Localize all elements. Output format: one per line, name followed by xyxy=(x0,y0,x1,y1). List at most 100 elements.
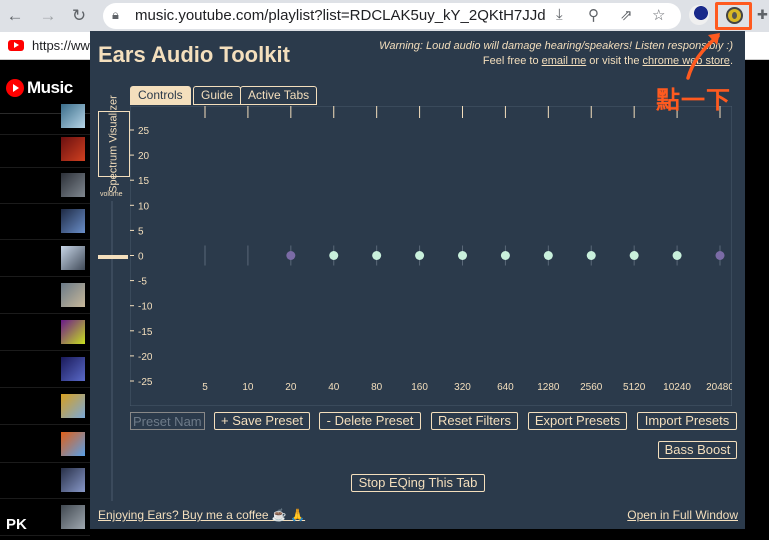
playlist-thumbnail[interactable] xyxy=(61,137,85,161)
y-tick-label: 10 xyxy=(138,201,150,212)
y-tick-label: -15 xyxy=(138,327,153,338)
y-tick-label: 20 xyxy=(138,151,150,162)
spectrum-visualizer-button[interactable]: Spectrum Visualizer xyxy=(98,95,130,193)
y-tick-label: 0 xyxy=(138,252,144,263)
reload-icon[interactable]: ↻ xyxy=(68,5,90,27)
y-tick-label: 15 xyxy=(138,176,150,187)
url-text[interactable]: music.youtube.com/playlist?list=RDCLAK5u… xyxy=(135,7,545,24)
eq-point[interactable] xyxy=(329,251,339,260)
email-link[interactable]: email me xyxy=(542,55,587,67)
x-tick-label: 10 xyxy=(242,382,254,393)
x-tick-label: 5 xyxy=(202,382,208,393)
watermark-logo: PK xyxy=(6,516,27,533)
row-divider xyxy=(0,535,90,536)
row-divider xyxy=(0,424,90,425)
eq-point[interactable] xyxy=(586,251,596,260)
eq-point[interactable] xyxy=(543,251,553,260)
forward-arrow-icon[interactable]: → xyxy=(37,5,59,27)
feedback-suffix: . xyxy=(729,55,733,67)
eq-point[interactable] xyxy=(672,251,682,260)
share-icon[interactable]: ⇗ xyxy=(620,6,633,24)
preset-name-input[interactable] xyxy=(130,412,205,430)
y-tick-label: 25 xyxy=(138,126,150,137)
row-divider xyxy=(0,350,90,351)
save-preset-button[interactable]: + Save Preset xyxy=(214,412,310,430)
delete-preset-button[interactable]: - Delete Preset xyxy=(319,412,421,430)
playlist-thumbnail[interactable] xyxy=(61,432,85,456)
playlist-thumbnail[interactable] xyxy=(61,357,85,381)
ears-popup: Ears Audio Toolkit Warning: Loud audio w… xyxy=(90,31,745,529)
playlist-thumbnail[interactable] xyxy=(61,505,85,529)
youtube-music-logo-icon[interactable] xyxy=(6,79,24,97)
volume-label: volume xyxy=(100,191,123,198)
extension-icon[interactable] xyxy=(689,5,709,25)
x-tick-label: 5120 xyxy=(623,382,646,393)
row-divider xyxy=(0,167,90,168)
lock-icon: 🔒︎ xyxy=(112,7,119,22)
bookmark-star-icon[interactable]: ☆ xyxy=(652,6,665,24)
eq-point[interactable] xyxy=(715,251,725,260)
y-tick-label: -25 xyxy=(138,377,153,388)
ears-extension-icon[interactable] xyxy=(715,2,752,30)
eq-point[interactable] xyxy=(500,251,510,260)
x-tick-label: 640 xyxy=(497,382,514,393)
x-tick-label: 320 xyxy=(454,382,471,393)
eq-point[interactable] xyxy=(629,251,639,260)
extensions-puzzle-icon[interactable]: ✚ xyxy=(757,7,768,23)
feedback-prefix: Feel free to xyxy=(482,55,542,67)
playlist-thumbnail[interactable] xyxy=(61,209,85,233)
feedback-mid: or visit the xyxy=(586,55,643,67)
playlist-thumbnail[interactable] xyxy=(61,394,85,418)
reset-filters-button[interactable]: Reset Filters xyxy=(431,412,518,430)
x-tick-label: 40 xyxy=(328,382,340,393)
x-tick-label: 1280 xyxy=(537,382,560,393)
youtube-favicon-icon xyxy=(8,40,24,51)
y-tick-label: -20 xyxy=(138,352,153,363)
tab-active-tabs[interactable]: Active Tabs xyxy=(240,86,318,105)
row-divider xyxy=(0,203,90,204)
y-tick-label: 5 xyxy=(138,226,144,237)
app-title: Ears Audio Toolkit xyxy=(98,42,290,67)
eq-point[interactable] xyxy=(286,251,296,260)
playlist-thumbnail[interactable] xyxy=(61,173,85,197)
install-icon[interactable]: ⤓ xyxy=(556,6,563,23)
stop-eq-button[interactable]: Stop EQing This Tab xyxy=(351,474,485,492)
playlist-thumbnail[interactable] xyxy=(61,320,85,344)
volume-slider-thumb[interactable] xyxy=(98,255,128,259)
export-presets-button[interactable]: Export Presets xyxy=(528,412,627,430)
row-divider xyxy=(0,239,90,240)
annotation-arrow-icon xyxy=(686,33,720,80)
x-tick-label: 10240 xyxy=(663,382,691,393)
open-full-window-link[interactable]: Open in Full Window xyxy=(627,508,738,522)
plot-frame xyxy=(130,106,732,406)
x-tick-label: 20 xyxy=(285,382,297,393)
eq-point[interactable] xyxy=(458,251,467,260)
zoom-icon[interactable]: ⚲ xyxy=(588,6,599,24)
buy-coffee-link[interactable]: Enjoying Ears? Buy me a coffee ☕ 🙏 xyxy=(98,508,305,522)
playlist-thumbnail[interactable] xyxy=(61,468,85,492)
youtube-music-logo-text[interactable]: Music xyxy=(27,78,73,98)
eq-chart[interactable]: 25 20 15 10 5 0 -5 -10 -15 -20 -25 5 10 20 40 80 160 320 6… xyxy=(130,106,732,406)
row-divider xyxy=(0,276,90,277)
bass-boost-button[interactable]: Bass Boost xyxy=(658,441,737,459)
spectrum-visualizer-label: Spectrum Visualizer xyxy=(107,95,120,193)
row-divider xyxy=(0,313,90,314)
playlist-thumbnail[interactable] xyxy=(61,246,85,270)
x-tick-label: 2560 xyxy=(580,382,603,393)
playlist-thumbnail[interactable] xyxy=(61,283,85,307)
x-tick-label: 160 xyxy=(411,382,428,393)
tab-guide[interactable]: Guide xyxy=(193,86,242,105)
row-divider xyxy=(0,498,90,499)
playlist-thumbnail[interactable] xyxy=(61,104,85,128)
back-arrow-icon[interactable]: ← xyxy=(4,5,26,27)
x-tick-label: 80 xyxy=(371,382,383,393)
address-bar[interactable]: 🔒︎ music.youtube.com/playlist?list=RDCLA… xyxy=(103,3,681,29)
tab-url-text[interactable]: https://ww xyxy=(32,38,90,53)
tab-controls[interactable]: Controls xyxy=(130,86,191,105)
annotation-text: 點一下 xyxy=(656,87,731,114)
import-presets-button[interactable]: Import Presets xyxy=(637,412,737,430)
volume-slider-track[interactable] xyxy=(111,201,113,501)
eq-point[interactable] xyxy=(372,251,382,260)
eq-point[interactable] xyxy=(415,251,425,260)
row-divider xyxy=(0,462,90,463)
